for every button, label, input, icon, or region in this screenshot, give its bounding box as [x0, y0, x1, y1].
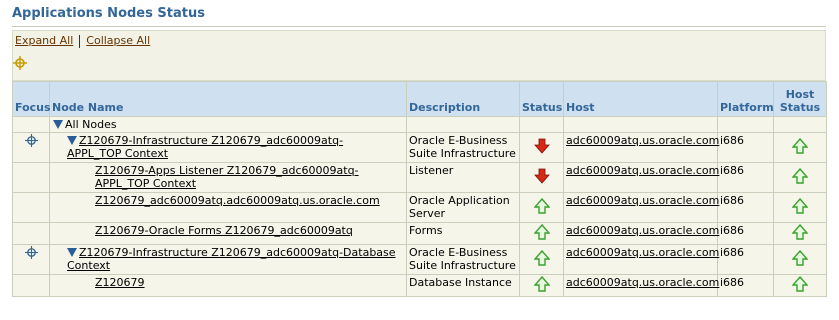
- tree-toolbar: Expand All Collapse All: [12, 30, 826, 81]
- expand-all-link[interactable]: Expand All: [15, 34, 73, 47]
- col-platform: Platform: [717, 81, 774, 117]
- focus-crosshair-icon[interactable]: [13, 56, 27, 70]
- host-link[interactable]: adc60009atq.us.oracle.com: [566, 134, 719, 147]
- node-description: Oracle Application Server: [406, 192, 520, 223]
- col-node-name: Node Name: [49, 81, 407, 117]
- up-arrow-icon: [791, 137, 809, 157]
- up-arrow-icon: [791, 249, 809, 269]
- table-row: Z120679-Infrastructure Z120679_adc60009a…: [12, 132, 827, 163]
- table-row: Z120679-Infrastructure Z120679_adc60009a…: [12, 244, 827, 275]
- node-name-link[interactable]: Z120679_adc60009atq.adc60009atq.us.oracl…: [95, 194, 380, 207]
- expand-triangle-icon[interactable]: [67, 248, 77, 257]
- title-divider: [12, 26, 826, 27]
- all-nodes-label: All Nodes: [65, 118, 117, 131]
- node-name-link[interactable]: Z120679-Oracle Forms Z120679_adc60009atq: [95, 224, 353, 237]
- page-title: Applications Nodes Status: [12, 6, 205, 21]
- host-link[interactable]: adc60009atq.us.oracle.com: [566, 194, 719, 207]
- host-link[interactable]: adc60009atq.us.oracle.com: [566, 246, 719, 259]
- tree-row-all-nodes: All Nodes: [12, 116, 827, 133]
- nodes-status-table: Focus Node Name Description Status Host …: [12, 81, 827, 297]
- node-name-link[interactable]: Z120679-Infrastructure Z120679_adc60009a…: [67, 246, 396, 272]
- col-host: Host: [563, 81, 718, 117]
- up-arrow-icon: [791, 167, 809, 187]
- host-link[interactable]: adc60009atq.us.oracle.com: [566, 276, 719, 289]
- down-arrow-icon: [533, 138, 550, 157]
- table-row: Z120679-Oracle Forms Z120679_adc60009atq…: [12, 222, 827, 245]
- collapse-all-link[interactable]: Collapse All: [86, 34, 150, 47]
- col-focus: Focus: [12, 81, 51, 117]
- node-description: Listener: [406, 162, 520, 193]
- link-separator: [79, 34, 81, 48]
- expand-triangle-icon[interactable]: [67, 136, 77, 145]
- platform-value: i686: [717, 274, 774, 297]
- platform-value: i686: [717, 222, 774, 245]
- col-host-status: Host Status: [773, 81, 827, 117]
- up-arrow-icon: [791, 223, 809, 243]
- table-row: Z120679_adc60009atq.adc60009atq.us.oracl…: [12, 192, 827, 223]
- node-name-link[interactable]: Z120679: [95, 276, 145, 289]
- up-arrow-icon: [532, 249, 551, 269]
- focus-crosshair-icon[interactable]: [24, 134, 38, 150]
- platform-value: i686: [717, 192, 774, 223]
- col-status: Status: [519, 81, 564, 117]
- col-description: Description: [406, 81, 520, 117]
- host-link[interactable]: adc60009atq.us.oracle.com: [566, 164, 719, 177]
- up-arrow-icon: [791, 197, 809, 217]
- node-description: Database Instance: [406, 274, 520, 297]
- platform-value: i686: [717, 244, 774, 275]
- platform-value: i686: [717, 132, 774, 163]
- table-row: Z120679 Database Instance adc60009atq.us…: [12, 274, 827, 297]
- expand-triangle-icon[interactable]: [53, 120, 63, 129]
- up-arrow-icon: [532, 197, 551, 217]
- focus-crosshair-icon[interactable]: [24, 246, 38, 262]
- node-name-link[interactable]: Z120679-Infrastructure Z120679_adc60009a…: [67, 134, 343, 160]
- platform-value: i686: [717, 162, 774, 193]
- node-description: Forms: [406, 222, 520, 245]
- table-row: Z120679-Apps Listener Z120679_adc60009at…: [12, 162, 827, 193]
- node-description: Oracle E-Business Suite Infrastructure: [406, 132, 520, 163]
- down-arrow-icon: [533, 168, 550, 187]
- up-arrow-icon: [532, 275, 551, 295]
- host-link[interactable]: adc60009atq.us.oracle.com: [566, 224, 719, 237]
- up-arrow-icon: [532, 223, 551, 243]
- up-arrow-icon: [791, 275, 809, 295]
- node-description: Oracle E-Business Suite Infrastructure: [406, 244, 520, 275]
- node-name-link[interactable]: Z120679-Apps Listener Z120679_adc60009at…: [95, 164, 359, 190]
